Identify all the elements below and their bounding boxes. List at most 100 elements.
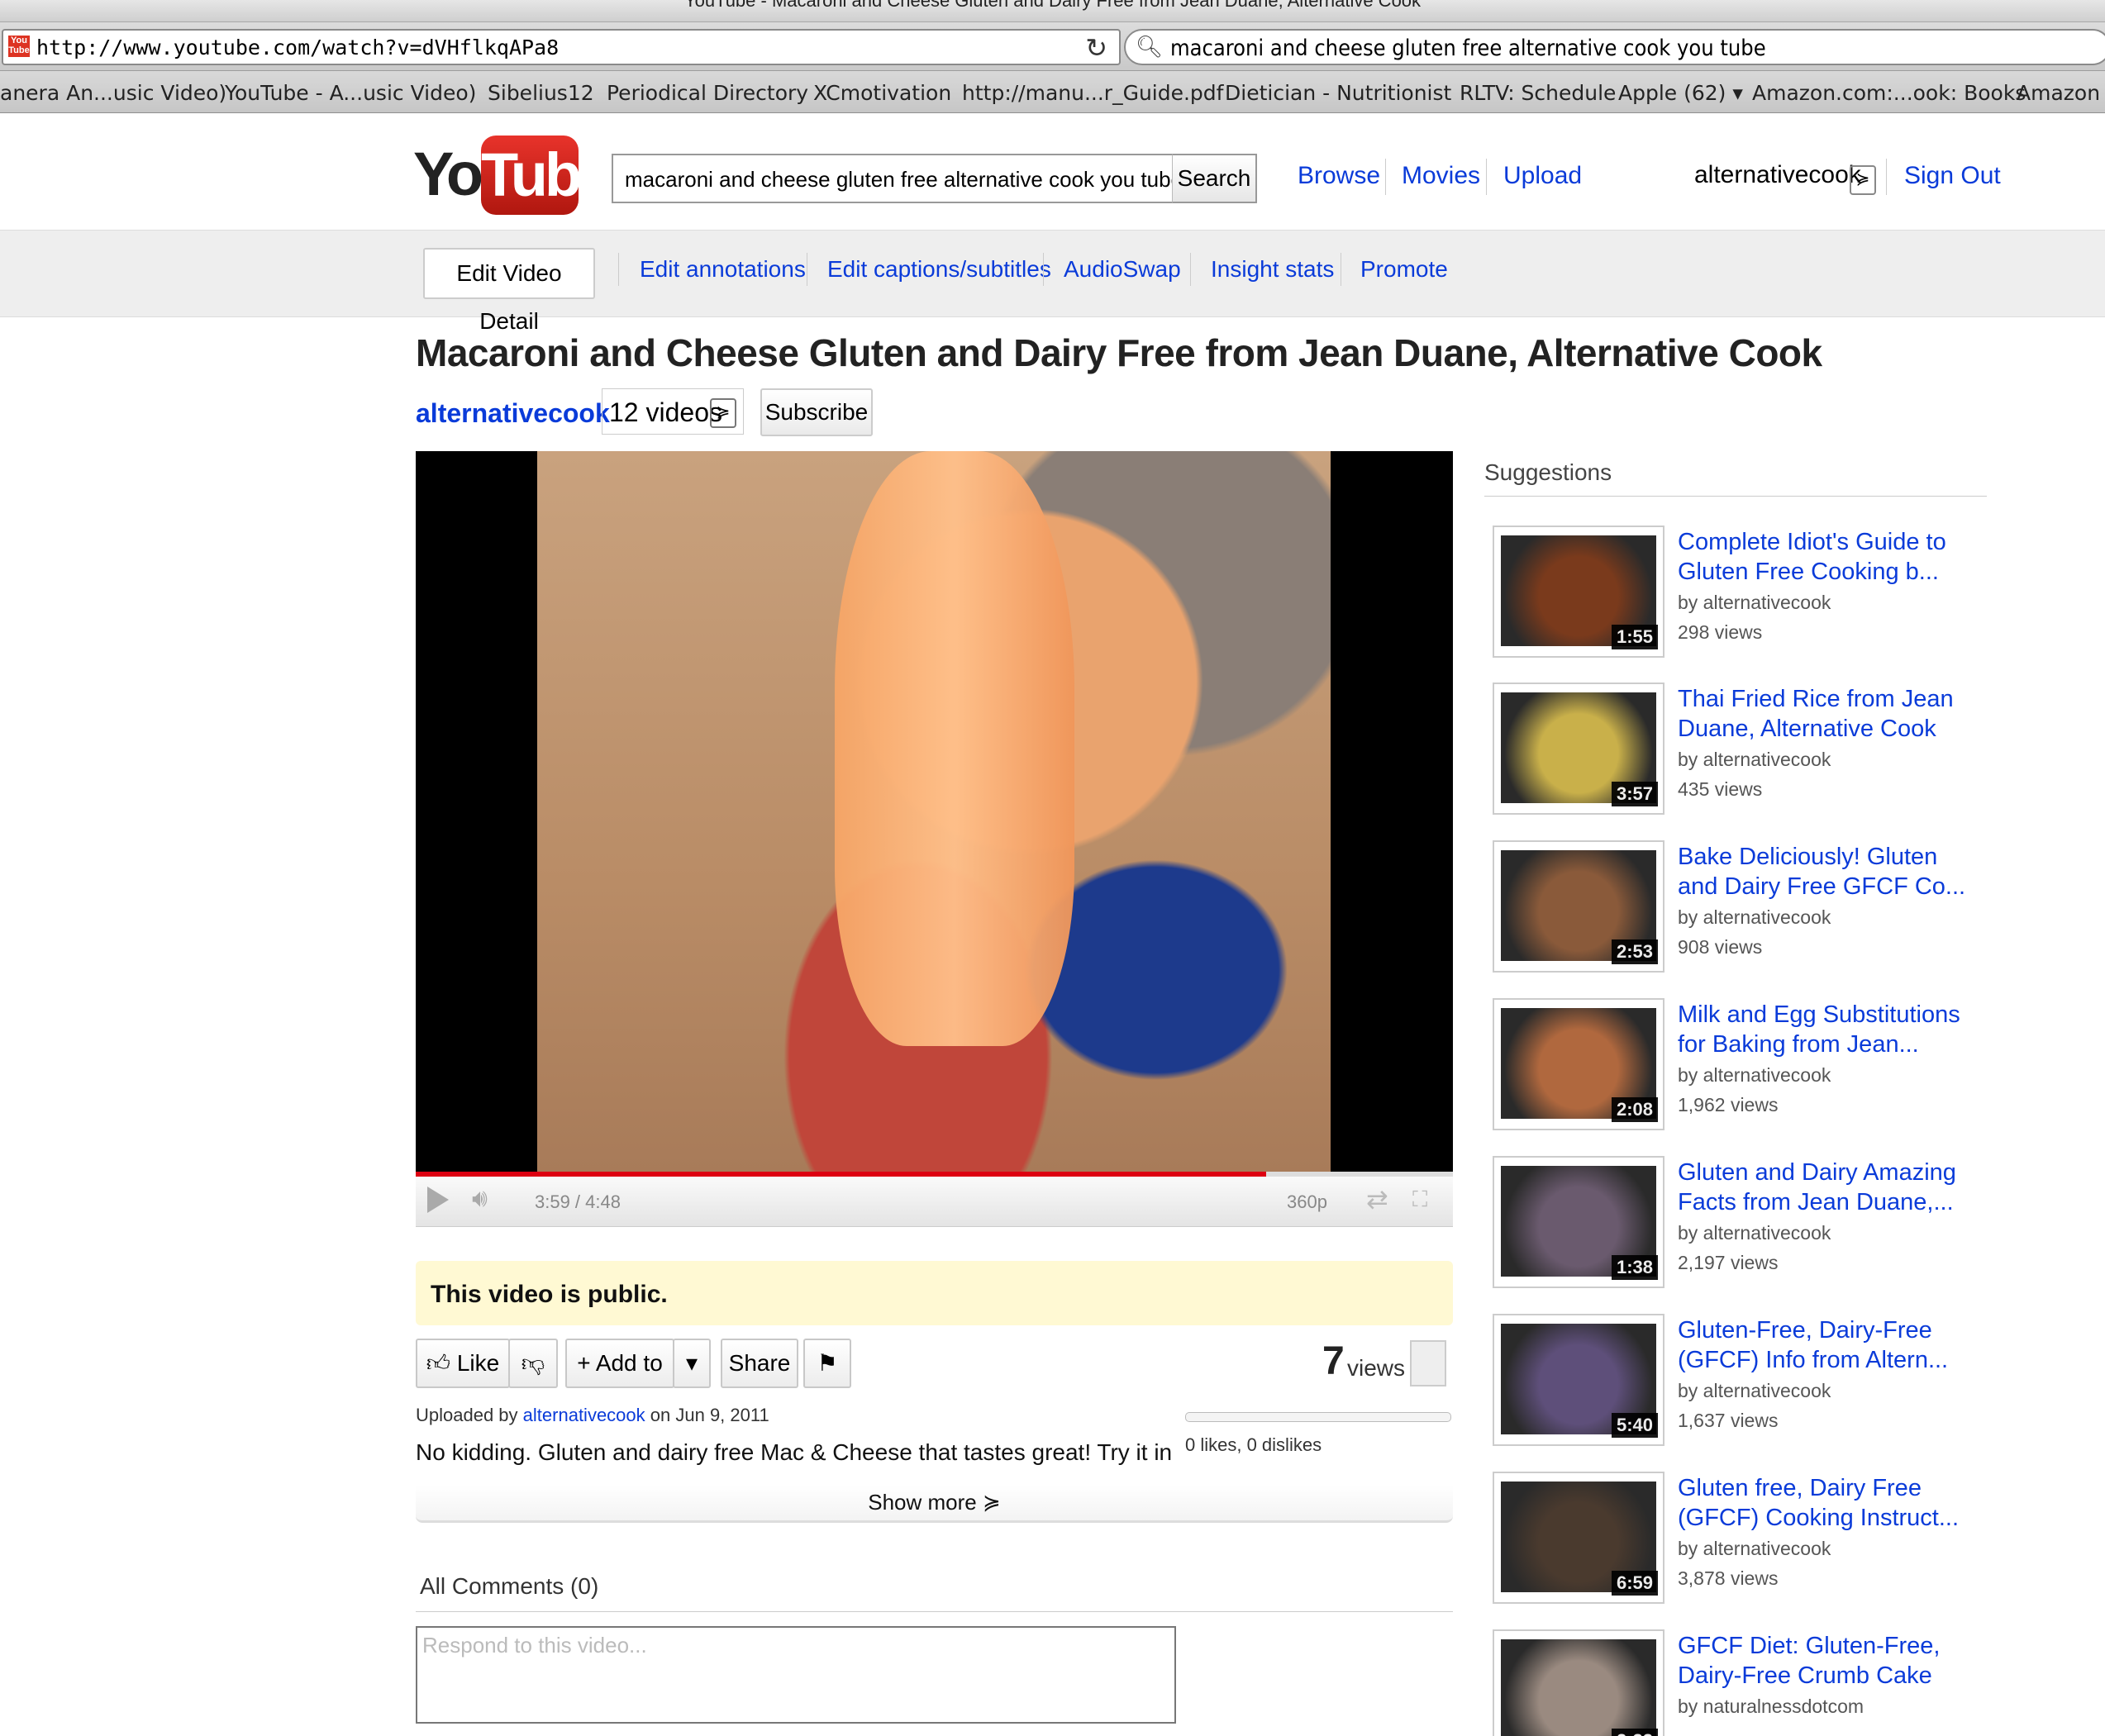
search-icon: 🔍︎ (1136, 34, 1164, 59)
suggestion-item[interactable]: 6:59 Gluten free, Dairy Free (GFCF) Cooki… (1493, 1472, 1988, 1612)
suggestion-thumbnail[interactable]: 2:53 (1493, 840, 1664, 973)
video-duration: 2:53 (1611, 939, 1658, 964)
edit-annotations-link[interactable]: Edit annotations (640, 256, 806, 283)
bookmark-item[interactable]: YouTube - A...usic Video) (225, 81, 476, 105)
thumbnail-image (1501, 1639, 1656, 1736)
chevron-down-icon[interactable]: ≽ (710, 398, 736, 428)
url-field[interactable]: You Tube http://www.youtube.com/watch?v=d… (2, 29, 1121, 65)
logo-tube-text: Tube (481, 136, 612, 215)
suggestion-title[interactable]: Bake Deliciously! Gluten and Dairy Free … (1678, 842, 1984, 901)
search-input-value[interactable]: macaroni and cheese gluten free alternat… (625, 167, 1183, 193)
suggestion-title[interactable]: Thai Fried Rice from Jean Duane, Alterna… (1678, 684, 1984, 744)
show-more-button[interactable]: Show more ≽ (416, 1486, 1453, 1523)
bookmark-item[interactable]: Periodical Directory (607, 81, 808, 105)
suggestion-title[interactable]: Complete Idiot's Guide to Gluten Free Co… (1678, 527, 1984, 587)
bookmark-item[interactable]: RLTV: Schedule (1460, 81, 1616, 105)
nav-movies[interactable]: Movies (1402, 162, 1480, 190)
video-count-dropdown[interactable]: 12 videos ≽ (602, 388, 744, 435)
quality-selector[interactable]: 360p (1287, 1191, 1327, 1213)
suggestion-views: 908 views (1678, 936, 1763, 958)
privacy-notice-text: This video is public. (431, 1281, 668, 1308)
bookmark-item[interactable]: Amazon (2017, 81, 2100, 105)
suggestion-item[interactable]: 1:55 Complete Idiot's Guide to Gluten Fre… (1493, 526, 1988, 666)
search-button[interactable]: Search (1172, 154, 1257, 203)
suggestion-author: by alternativecook (1678, 1538, 1831, 1559)
suggestion-item[interactable]: 2:53 Bake Deliciously! Gluten and Dairy F… (1493, 840, 1988, 981)
suggestion-author: by alternativecook (1678, 906, 1831, 928)
play-icon[interactable] (427, 1187, 449, 1213)
dislike-button[interactable]: 👎︎ (508, 1339, 558, 1388)
suggestion-title[interactable]: GFCF Diet: Gluten-Free, Dairy-Free Crumb… (1678, 1631, 1984, 1691)
promote-link[interactable]: Promote (1360, 256, 1448, 283)
account-name[interactable]: alternativecook (1694, 161, 1861, 189)
suggestion-views: 435 views (1678, 778, 1763, 800)
bookmark-item[interactable]: Amazon.com:...ook: Books (1752, 81, 2026, 105)
suggestion-thumbnail[interactable]: 1:38 (1493, 1156, 1664, 1288)
player-controls: 🔊︎ 3:59 / 4:48 360p ⇄ ⛶ (416, 1177, 1453, 1227)
suggestion-title[interactable]: Gluten-Free, Dairy-Free (GFCF) Info from… (1678, 1315, 1984, 1375)
suggestion-thumbnail[interactable]: 2:33 (1493, 1629, 1664, 1736)
nav-browse[interactable]: Browse (1298, 162, 1380, 190)
volume-icon[interactable]: 🔊︎ (472, 1185, 488, 1213)
youtube-logo[interactable]: You Tube (413, 132, 612, 218)
suggestion-thumbnail[interactable]: 1:55 (1493, 526, 1664, 658)
reload-icon[interactable]: ↻ (1085, 32, 1107, 64)
nav-divider (1886, 159, 1887, 195)
bookmark-item[interactable]: anera An...usic Video) (0, 81, 226, 105)
edit-video-detail-button[interactable]: Edit Video Detail (423, 248, 595, 334)
likes-ratio-bar (1185, 1412, 1451, 1422)
audioswap-link[interactable]: AudioSwap (1064, 256, 1181, 283)
search-input[interactable]: macaroni and cheese gluten free alternat… (612, 154, 1183, 203)
bookmarks-bar: anera An...usic Video) YouTube - A...usi… (0, 71, 2105, 113)
bookmark-item[interactable]: http://manu...r_Guide.pdf (962, 81, 1223, 105)
suggestion-item[interactable]: 2:33 GFCF Diet: Gluten-Free, Dairy-Free C… (1493, 1629, 1988, 1736)
upload-info: Uploaded by alternativecook on Jun 9, 20… (416, 1405, 769, 1426)
browser-toolbar: You Tube http://www.youtube.com/watch?v=d… (0, 22, 2105, 71)
insight-stats-link[interactable]: Insight stats (1211, 256, 1334, 283)
popout-icon[interactable]: ⇄ (1366, 1183, 1388, 1215)
edit-captions-link[interactable]: Edit captions/subtitles (827, 256, 1051, 283)
chevron-down-icon[interactable]: ≽ (1850, 165, 1876, 195)
stats-icon[interactable] (1410, 1340, 1446, 1386)
suggestion-thumbnail[interactable]: 3:57 (1493, 683, 1664, 815)
uploader-link[interactable]: alternativecook (523, 1405, 645, 1425)
suggestion-thumbnail[interactable]: 6:59 (1493, 1472, 1664, 1604)
suggestion-item[interactable]: 2:08 Milk and Egg Substitutions for Bakin… (1493, 998, 1988, 1139)
video-player[interactable] (416, 451, 1453, 1177)
flag-icon: ⚑ (817, 1350, 838, 1376)
suggestion-item[interactable]: 5:40 Gluten-Free, Dairy-Free (GFCF) Info … (1493, 1314, 1988, 1454)
comment-input[interactable]: Respond to this video... (416, 1626, 1176, 1724)
url-text[interactable]: http://www.youtube.com/watch?v=dVHflkqAP… (36, 36, 559, 59)
channel-link[interactable]: alternativecook (416, 398, 610, 429)
browser-search-field[interactable]: 🔍︎ macaroni and cheese gluten free alter… (1124, 29, 2105, 65)
suggestion-title[interactable]: Milk and Egg Substitutions for Baking fr… (1678, 1000, 1984, 1059)
add-to-dropdown[interactable]: ▾ (673, 1339, 711, 1388)
add-to-button[interactable]: + Add to (565, 1339, 674, 1388)
like-button[interactable]: 👍︎ Like (416, 1339, 510, 1388)
suggestion-views: 2,197 views (1678, 1252, 1779, 1273)
video-frame[interactable] (537, 451, 1331, 1172)
nav-upload[interactable]: Upload (1503, 162, 1582, 190)
suggestion-title[interactable]: Gluten and Dairy Amazing Facts from Jean… (1678, 1158, 1984, 1217)
suggestion-item[interactable]: 3:57 Thai Fried Rice from Jean Duane, Alt… (1493, 683, 1988, 823)
browser-search-text[interactable]: macaroni and cheese gluten free alternat… (1170, 36, 1766, 61)
suggestion-thumbnail[interactable]: 5:40 (1493, 1314, 1664, 1446)
editbar-divider (1190, 253, 1191, 286)
fullscreen-icon[interactable]: ⛶ (1412, 1187, 1427, 1213)
sign-out-link[interactable]: Sign Out (1904, 162, 2001, 190)
window-title: YouTube - Macaroni and Cheese Gluten and… (683, 0, 1422, 11)
share-button[interactable]: Share (721, 1339, 798, 1388)
suggestion-title[interactable]: Gluten free, Dairy Free (GFCF) Cooking I… (1678, 1473, 1984, 1533)
bookmark-item[interactable]: XCmotivation (813, 81, 951, 105)
suggestion-author: by alternativecook (1678, 1380, 1831, 1401)
suggestion-author: by alternativecook (1678, 592, 1831, 613)
bookmark-item[interactable]: Apple (62) ▾ (1618, 81, 1743, 105)
bookmark-item[interactable]: Sibelius12 (488, 81, 594, 105)
suggestion-item[interactable]: 1:38 Gluten and Dairy Amazing Facts from … (1493, 1156, 1988, 1296)
flag-button[interactable]: ⚑ (803, 1339, 851, 1388)
suggestion-thumbnail[interactable]: 2:08 (1493, 998, 1664, 1130)
subscribe-button[interactable]: Subscribe (760, 388, 873, 436)
comment-placeholder: Respond to this video... (422, 1633, 647, 1658)
chevron-down-icon: ▾ (685, 1350, 698, 1376)
bookmark-item[interactable]: Dietician - Nutritionist (1225, 81, 1451, 105)
